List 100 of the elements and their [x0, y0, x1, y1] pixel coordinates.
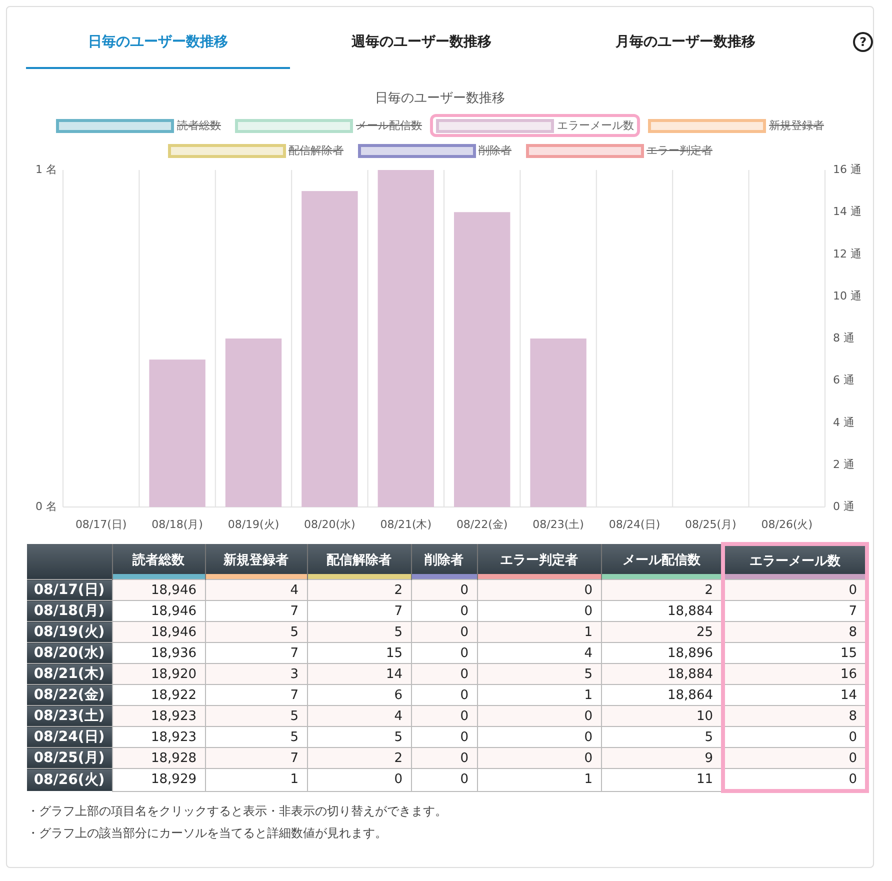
tab[interactable]: 日毎のユーザー数推移 — [26, 25, 290, 69]
table-cell: 0 — [411, 748, 477, 768]
table-cell: 15 — [723, 642, 867, 664]
row-header: 08/26(火) — [27, 768, 112, 791]
row-header: 08/24(日) — [27, 726, 112, 748]
note-text: ・グラフ上部の項目名をクリックすると表示・非表示の切り替えができます。 — [27, 803, 448, 820]
legend-item[interactable]: メール配信数 — [229, 114, 428, 137]
table-cell: 7 — [723, 600, 867, 622]
column-header: エラーメール数 — [723, 544, 867, 580]
axis-label: 4 通 — [833, 416, 854, 429]
table-cell: 3 — [205, 664, 307, 684]
axis-label: 1 名 — [36, 163, 57, 176]
table-cell: 2 — [601, 580, 723, 600]
row-header: 08/17(日) — [27, 580, 112, 600]
table-cell: 5 — [601, 726, 723, 748]
table-cell: 7 — [307, 600, 411, 622]
axis-label: 08/18(月) — [152, 518, 203, 531]
legend-item[interactable]: 読者総数 — [50, 114, 227, 137]
table-cell: 8 — [723, 622, 867, 642]
axis-label: 08/24(日) — [608, 518, 660, 531]
bar[interactable] — [378, 170, 434, 507]
table-cell: 18,946 — [112, 580, 205, 600]
row-header: 08/19(火) — [27, 622, 112, 642]
bar[interactable] — [302, 191, 358, 507]
table-cell: 16 — [723, 664, 867, 684]
table-cell: 18,923 — [112, 706, 205, 726]
table-cell: 7 — [205, 600, 307, 622]
legend-item[interactable]: エラー判定者 — [520, 139, 718, 162]
table-cell: 18,920 — [112, 664, 205, 684]
table-cell: 0 — [477, 748, 601, 768]
axis-label: 08/20(水) — [304, 518, 356, 531]
table-cell: 7 — [205, 642, 307, 664]
table-cell: 18,946 — [112, 600, 205, 622]
table-cell: 5 — [307, 622, 411, 642]
axis-label: 08/17(日) — [75, 518, 127, 531]
tab[interactable]: 週毎のユーザー数推移 — [290, 25, 554, 69]
column-header: エラー判定者 — [477, 544, 601, 580]
table-cell: 0 — [477, 580, 601, 600]
table-cell: 2 — [307, 748, 411, 768]
table-cell: 1 — [477, 768, 601, 791]
axis-label: 2 通 — [833, 458, 854, 471]
table-cell: 18,923 — [112, 726, 205, 748]
table-cell: 0 — [411, 684, 477, 706]
table-cell: 0 — [411, 726, 477, 748]
table-cell: 5 — [205, 726, 307, 748]
axis-label: 6 通 — [833, 374, 854, 387]
help-icon[interactable]: ? — [853, 32, 874, 52]
table-cell: 18,884 — [601, 600, 723, 622]
row-header: 08/20(水) — [27, 642, 112, 664]
row-header: 08/18(月) — [27, 600, 112, 622]
column-header: 新規登録者 — [205, 544, 307, 580]
column-header: 配信解除者 — [307, 544, 411, 580]
bar[interactable] — [149, 360, 206, 507]
table-cell: 18,946 — [112, 622, 205, 642]
table-cell: 11 — [601, 768, 723, 791]
table-cell: 18,922 — [112, 684, 205, 706]
legend-item[interactable]: 配信解除者 — [162, 139, 350, 162]
table-cell: 8 — [723, 706, 867, 726]
axis-label: 8 通 — [833, 332, 854, 345]
table-cell: 1 — [205, 768, 307, 791]
axis-label: 0 通 — [833, 500, 854, 514]
table-cell: 5 — [205, 706, 307, 726]
table-cell: 0 — [723, 726, 867, 748]
legend-item[interactable]: 新規登録者 — [642, 114, 830, 137]
column-header: 読者総数 — [112, 544, 205, 580]
table-cell: 15 — [307, 642, 411, 664]
table-cell: 0 — [411, 622, 477, 642]
table-cell: 18,928 — [112, 748, 205, 768]
bar[interactable] — [530, 338, 586, 507]
axis-label: 08/19(火) — [228, 518, 280, 531]
axis-label: 12 通 — [833, 247, 862, 260]
legend-item[interactable]: 削除者 — [352, 139, 518, 162]
table-cell: 0 — [411, 580, 477, 600]
table-cell: 5 — [205, 622, 307, 642]
table-cell: 0 — [307, 768, 411, 791]
table-cell: 4 — [477, 642, 601, 664]
row-header: 08/22(金) — [27, 684, 112, 706]
table-cell: 0 — [723, 580, 867, 600]
axis-label: 08/22(金) — [456, 518, 508, 531]
axis-label: 16 通 — [833, 163, 862, 176]
axis-label: 10 通 — [833, 289, 862, 302]
table-cell: 5 — [307, 726, 411, 748]
axis-label: 08/26(火) — [761, 518, 813, 531]
table-cell: 0 — [411, 706, 477, 726]
tab[interactable]: 月毎のユーザー数推移 — [553, 25, 818, 69]
bar[interactable] — [454, 212, 510, 507]
table-cell: 25 — [601, 622, 723, 642]
table-cell: 0 — [477, 706, 601, 726]
table-cell: 0 — [411, 768, 477, 791]
table-cell: 7 — [205, 748, 307, 768]
axis-label: 08/23(土) — [532, 518, 584, 531]
table-cell: 0 — [477, 600, 601, 622]
bar[interactable] — [225, 338, 282, 507]
table-cell: 0 — [411, 600, 477, 622]
legend-item[interactable]: エラーメール数 — [430, 114, 640, 137]
row-header: 08/23(土) — [27, 706, 112, 726]
table-cell: 18,929 — [112, 768, 205, 791]
table-cell: 1 — [477, 622, 601, 642]
table-cell: 5 — [477, 664, 601, 684]
table-cell: 18,936 — [112, 642, 205, 664]
